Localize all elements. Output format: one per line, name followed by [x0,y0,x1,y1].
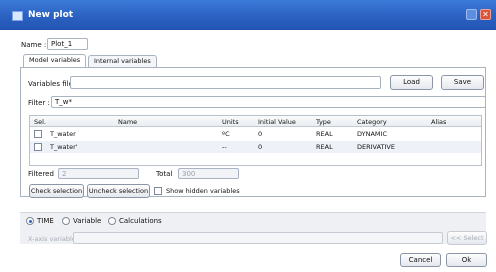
name-label: Name : [21,41,47,49]
x-axis-variable-label: X-axis variable [28,235,76,243]
col-type: Type [316,118,331,126]
tab-model-variables[interactable]: Model variables [23,54,87,68]
col-alias: Alias [431,118,447,126]
uncheck-selection-button[interactable]: Uncheck selection [87,184,150,198]
title-bar: New plot ✕ [0,0,496,30]
col-sel: Sel. [34,118,46,126]
total-count: 300 [178,168,239,179]
window-title: New plot [28,10,74,20]
name-input[interactable]: Plot_1 [47,38,88,50]
variables-table: Sel. Name Units Initial Value Type Categ… [29,115,482,166]
filter-label: Filter : [28,99,50,107]
row-category: DYNAMIC [357,130,387,138]
cancel-button[interactable]: Cancel [400,253,441,267]
select-button: << Select [447,231,487,245]
row-units: ºC [222,130,230,138]
filter-input-value: T_w* [55,98,73,106]
radio-variable[interactable] [62,217,70,225]
variables-file-label: Variables file: [28,80,76,88]
tab-internal-variables[interactable]: Internal variables [88,55,157,67]
total-count-value: 300 [182,170,196,178]
row-type: REAL [316,143,333,151]
row-name: T_water [50,130,76,138]
filtered-label: Filtered [28,170,54,178]
filtered-count-value: 2 [62,170,67,178]
show-hidden-label: Show hidden variables [166,187,240,195]
ok-button[interactable]: Ok [446,253,487,267]
save-button[interactable]: Save [441,75,484,90]
col-name: Name [118,118,138,126]
show-hidden-checkbox[interactable] [154,187,162,195]
total-label: Total [156,170,173,178]
row-select-checkbox[interactable] [34,143,42,151]
table-row[interactable]: T_water ºC 0 REAL DYNAMIC [30,128,481,140]
col-category: Category [357,118,387,126]
row-type: REAL [316,130,333,138]
col-initial-value: Initial Value [258,118,296,126]
table-row[interactable]: T_water' -- 0 REAL DERIVATIVE [30,141,481,153]
load-button[interactable]: Load [390,75,433,90]
app-icon [12,11,23,21]
row-initial-value: 0 [258,143,263,151]
close-button[interactable]: ✕ [480,9,491,20]
minimize-button[interactable] [466,9,477,20]
col-units: Units [222,118,239,126]
filtered-count: 2 [58,168,139,179]
radio-time-label: TIME [37,217,54,225]
x-axis-variable-input [73,232,443,244]
variables-file-input[interactable] [70,76,381,89]
radio-variable-label: Variable [73,217,102,225]
name-input-value: Plot_1 [51,40,73,48]
table-header: Sel. Name Units Initial Value Type Categ… [30,116,481,127]
radio-time[interactable] [26,217,34,225]
row-name: T_water' [50,143,78,151]
filter-input[interactable]: T_w* [51,96,486,108]
new-plot-window: New plot ✕ Name : Plot_1 Model variables… [0,0,496,272]
row-category: DERIVATIVE [357,143,395,151]
row-units: -- [222,143,227,151]
radio-calculations[interactable] [108,217,116,225]
row-initial-value: 0 [258,130,263,138]
check-selection-button[interactable]: Check selection [29,184,84,198]
radio-calculations-label: Calculations [119,217,162,225]
row-select-checkbox[interactable] [34,130,42,138]
